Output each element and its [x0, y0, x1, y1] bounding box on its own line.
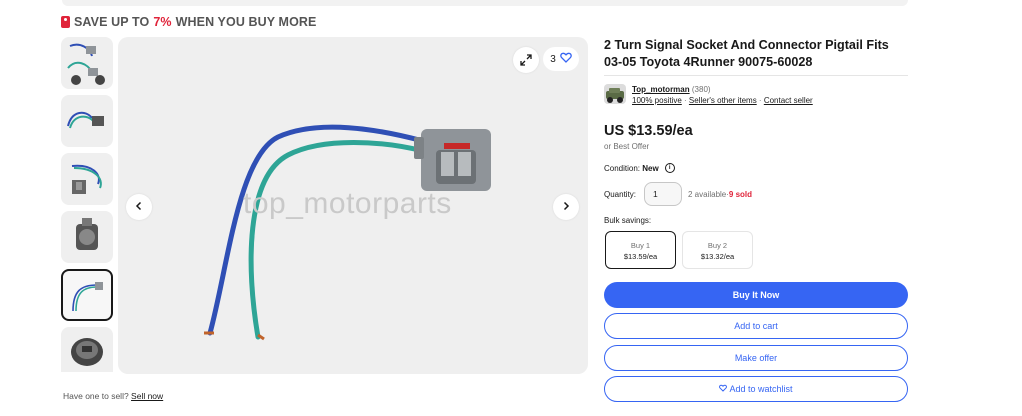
condition: Condition: New i: [604, 163, 675, 173]
bulk-savings-label: Bulk savings:: [604, 216, 652, 225]
separator: ·: [756, 96, 764, 105]
sell-text: Have one to sell?: [63, 391, 132, 401]
quantity-input[interactable]: 1: [644, 182, 682, 206]
expand-icon[interactable]: [513, 47, 539, 73]
sell-now-link[interactable]: Sell now: [131, 391, 163, 401]
thumbnail-strip[interactable]: [61, 37, 113, 372]
thumbnail-1[interactable]: [61, 37, 113, 89]
condition-label: Condition:: [604, 163, 643, 173]
product-title: 2 Turn Signal Socket And Connector Pigta…: [604, 38, 889, 69]
bulk-option-buy-2[interactable]: Buy 2 $13.32/ea: [682, 231, 753, 269]
thumbnail-5[interactable]: [61, 269, 113, 321]
divider: [604, 75, 908, 76]
heart-icon: [719, 384, 728, 394]
top-bar: [62, 0, 908, 6]
main-product-image[interactable]: top_motorparts 3: [118, 37, 588, 374]
promo-suffix: WHEN YOU BUY MORE: [175, 15, 317, 29]
bulk-option-price: $13.59/ea: [623, 252, 658, 261]
seller-other-items-link[interactable]: Seller's other items: [689, 96, 757, 105]
bulk-option-buy-1[interactable]: Buy 1 $13.59/ea: [605, 231, 676, 269]
info-icon[interactable]: i: [664, 163, 675, 173]
add-to-watchlist-label: Add to watchlist: [729, 384, 793, 394]
like-button[interactable]: 3: [543, 47, 579, 71]
make-offer-button[interactable]: Make offer: [604, 345, 908, 371]
thumbnail-6[interactable]: [61, 327, 113, 372]
heart-icon: [559, 52, 572, 66]
quantity-sold: 9 sold: [728, 189, 753, 199]
price: US $13.59/ea: [604, 123, 693, 139]
bulk-option-price: $13.32/ea: [700, 252, 735, 261]
best-offer-note: or Best Offer: [604, 142, 650, 151]
chevron-right-icon: [561, 198, 571, 216]
seller-positive[interactable]: 100% positive: [632, 96, 682, 105]
like-count: 3: [550, 53, 556, 65]
seller-feedback-count: (380): [691, 85, 711, 94]
quantity-available: 2 available: [688, 189, 727, 199]
promo-banner: SAVE UP TO 7% WHEN YOU BUY MORE: [61, 14, 316, 30]
thumbnail-2[interactable]: [61, 95, 113, 147]
bulk-option-title: Buy 1: [630, 241, 651, 250]
seller-name[interactable]: Top_motorman: [632, 85, 690, 94]
promo-prefix: SAVE UP TO: [74, 15, 150, 29]
sell-prompt: Have one to sell? Sell now: [63, 391, 163, 401]
bulk-option-title: Buy 2: [707, 241, 728, 250]
chevron-left-icon: [134, 198, 144, 216]
sale-tag-icon: [61, 16, 70, 28]
watermark-text: top_motorparts: [243, 187, 452, 220]
seller-avatar[interactable]: [604, 84, 626, 104]
buy-it-now-button[interactable]: Buy It Now: [604, 282, 908, 308]
thumbnail-4[interactable]: [61, 211, 113, 263]
quantity-label: Quantity:: [604, 189, 637, 199]
quantity-row: Quantity: 1 2 available · 9 sold: [604, 182, 752, 206]
add-to-watchlist-button[interactable]: Add to watchlist: [604, 376, 908, 402]
condition-value: New: [642, 163, 659, 173]
thumbnail-3[interactable]: [61, 153, 113, 205]
seller-card: Top_motorman (380) 100% positive · Selle…: [604, 84, 813, 106]
promo-percent: 7%: [153, 15, 172, 29]
contact-seller-link[interactable]: Contact seller: [764, 96, 813, 105]
prev-image-button[interactable]: [126, 194, 152, 220]
next-image-button[interactable]: [553, 194, 579, 220]
separator: ·: [681, 96, 689, 105]
add-to-cart-button[interactable]: Add to cart: [604, 313, 908, 339]
